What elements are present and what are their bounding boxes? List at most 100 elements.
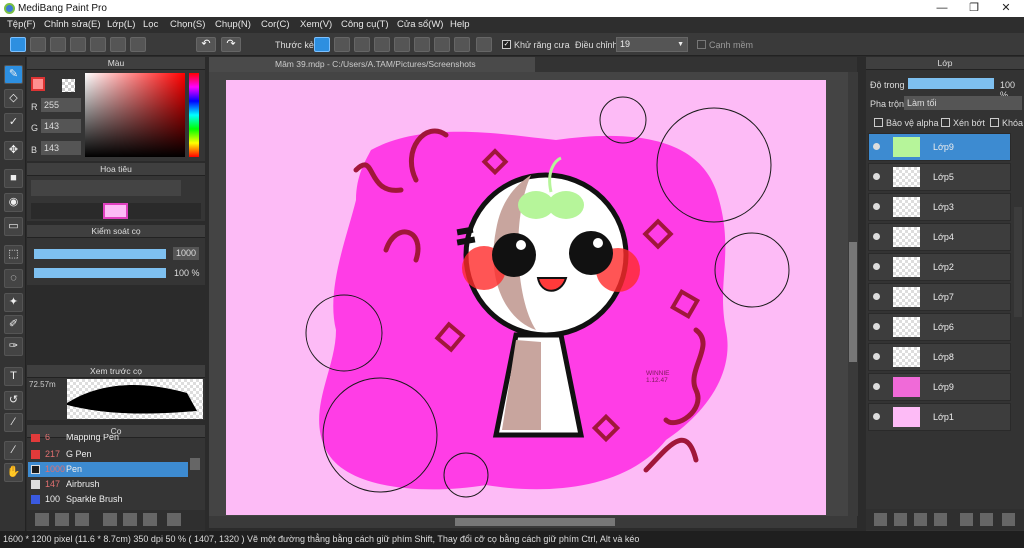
antialias-checkbox[interactable]: ✓	[502, 40, 511, 49]
select-pen-tool-icon[interactable]: ✐	[4, 315, 23, 334]
eye-icon[interactable]	[873, 353, 880, 360]
brush-size-value[interactable]: 1000	[173, 247, 199, 260]
new-layer-icon[interactable]	[874, 513, 887, 526]
brush-item[interactable]: 217 G Pen	[28, 447, 188, 462]
brush-item[interactable]: 147 Airbrush	[28, 477, 188, 492]
copy-brush-icon[interactable]	[143, 513, 157, 526]
document-tab[interactable]: Mâm 39.mdp - C:/Users/A.TAM/Pictures/Scr…	[209, 57, 535, 72]
minimize-button[interactable]: —	[928, 0, 956, 17]
horizontal-scrollbar[interactable]	[209, 516, 857, 528]
menu-view[interactable]: Xem(V)	[300, 19, 332, 30]
layer-row[interactable]: Lớp6	[868, 313, 1011, 341]
layer-row[interactable]: Lớp5	[868, 163, 1011, 191]
comment-icon[interactable]	[50, 37, 66, 52]
layer-row[interactable]: Lớp9	[868, 373, 1011, 401]
brush-item[interactable]: 6 Mapping Pen	[28, 434, 188, 442]
ruler-symmetry-icon[interactable]	[476, 37, 492, 52]
menu-window[interactable]: Cửa sổ(W)	[397, 19, 443, 30]
menu-layer[interactable]: Lớp(L)	[107, 19, 135, 30]
layer-row[interactable]: Lớp7	[868, 283, 1011, 311]
maximize-button[interactable]: ❐	[960, 0, 988, 17]
drawing-canvas[interactable]: WINNIE 1.12.47	[226, 80, 826, 515]
eye-icon[interactable]	[873, 413, 880, 420]
vertical-scroll-thumb[interactable]	[849, 242, 857, 362]
brush-list-scrollbar[interactable]	[190, 458, 200, 470]
r-value[interactable]: 255	[41, 98, 81, 112]
gradient-tool-icon[interactable]: ▭	[4, 217, 23, 236]
ruler-none-icon[interactable]	[314, 37, 330, 52]
ruler-radial-icon[interactable]	[394, 37, 410, 52]
layer-row[interactable]: Lớp1	[868, 403, 1011, 431]
bucket-tool-icon[interactable]: ◉	[4, 193, 23, 212]
menu-select[interactable]: Chọn(S)	[170, 19, 205, 30]
divide-tool-icon[interactable]: ∕	[4, 441, 23, 460]
menu-file[interactable]: Tệp(F)	[7, 19, 36, 30]
new-8bit-layer-icon[interactable]	[914, 513, 927, 526]
select-eraser-tool-icon[interactable]: ✑	[4, 337, 23, 356]
layers-scrollbar[interactable]	[1014, 207, 1022, 317]
duplicate-layer-icon[interactable]	[960, 513, 973, 526]
eye-icon[interactable]	[873, 323, 880, 330]
brush-size-slider[interactable]	[34, 249, 166, 259]
eye-icon[interactable]	[873, 173, 880, 180]
ruler-curve-icon[interactable]	[454, 37, 470, 52]
brush-settings-icon[interactable]	[103, 513, 117, 526]
eye-icon[interactable]	[873, 383, 880, 390]
folder-icon[interactable]	[123, 513, 137, 526]
fill-rect-tool-icon[interactable]: ■	[4, 169, 23, 188]
correction-select[interactable]: 19 ▼	[616, 37, 688, 52]
ruler-grid-icon[interactable]	[354, 37, 370, 52]
blend-mode-select[interactable]: Làm tối	[904, 96, 1022, 110]
hue-slider[interactable]	[189, 73, 199, 157]
eye-icon[interactable]	[873, 233, 880, 240]
text-tool-icon[interactable]: T	[4, 367, 23, 386]
share-icon[interactable]	[30, 37, 46, 52]
layer-row[interactable]: Lớp4	[868, 223, 1011, 251]
tiles-icon[interactable]	[130, 37, 146, 52]
eye-icon[interactable]	[873, 293, 880, 300]
menu-tools[interactable]: Công cụ(T)	[341, 19, 389, 30]
sub-color-swatch[interactable]	[62, 79, 75, 92]
magic-wand-tool-icon[interactable]: ✦	[4, 293, 23, 312]
layer-row[interactable]: Lớp9	[868, 133, 1011, 161]
select-tool-icon[interactable]: ⬚	[4, 245, 23, 264]
layer-row[interactable]: Lớp3	[868, 193, 1011, 221]
hand-tool-icon[interactable]: ✋	[4, 463, 23, 482]
merge-layer-icon[interactable]	[980, 513, 993, 526]
menu-help[interactable]: Help	[450, 19, 470, 30]
trash-icon[interactable]	[167, 513, 181, 526]
new-folder-icon[interactable]	[934, 513, 947, 526]
grid-icon[interactable]	[110, 37, 126, 52]
layer-row[interactable]: Lớp2	[868, 253, 1011, 281]
ruler-concentric-icon[interactable]	[414, 37, 430, 52]
undo-icon[interactable]: ↶	[196, 37, 216, 52]
horizontal-scroll-thumb[interactable]	[455, 518, 615, 526]
add-brush-icon[interactable]	[35, 513, 49, 526]
eyedropper-tool-icon[interactable]: ⁄	[4, 413, 23, 432]
brush-opacity-slider[interactable]	[34, 268, 166, 278]
operation-tool-icon[interactable]: ↺	[4, 391, 23, 410]
protect-alpha-checkbox[interactable]	[874, 118, 883, 127]
page-settings-icon[interactable]	[90, 37, 106, 52]
move-tool-icon[interactable]: ✥	[4, 141, 23, 160]
color-picker-square[interactable]	[85, 73, 185, 157]
vertical-scrollbar[interactable]	[848, 72, 858, 516]
lasso-tool-icon[interactable]: ◌	[4, 269, 23, 288]
brush-menu-icon[interactable]	[75, 513, 89, 526]
menu-color[interactable]: Cor(C)	[261, 19, 290, 30]
main-color-swatch[interactable]	[31, 77, 45, 91]
layer-opacity-slider[interactable]	[908, 78, 994, 89]
ruler-ellipse-icon[interactable]	[434, 37, 450, 52]
delete-layer-icon[interactable]	[1002, 513, 1015, 526]
lock-checkbox[interactable]	[990, 118, 999, 127]
new-brush-icon[interactable]	[55, 513, 69, 526]
clipping-checkbox[interactable]	[941, 118, 950, 127]
menu-edit[interactable]: Chỉnh sửa(E)	[44, 19, 101, 30]
redo-icon[interactable]: ↷	[221, 37, 241, 52]
snap-checkbox[interactable]	[697, 40, 706, 49]
layer-row[interactable]: Lớp8	[868, 343, 1011, 371]
new-page-icon[interactable]	[70, 37, 86, 52]
g-value[interactable]: 143	[41, 119, 81, 133]
eye-icon[interactable]	[873, 143, 880, 150]
brush-tool-icon[interactable]: ✎	[4, 65, 23, 84]
